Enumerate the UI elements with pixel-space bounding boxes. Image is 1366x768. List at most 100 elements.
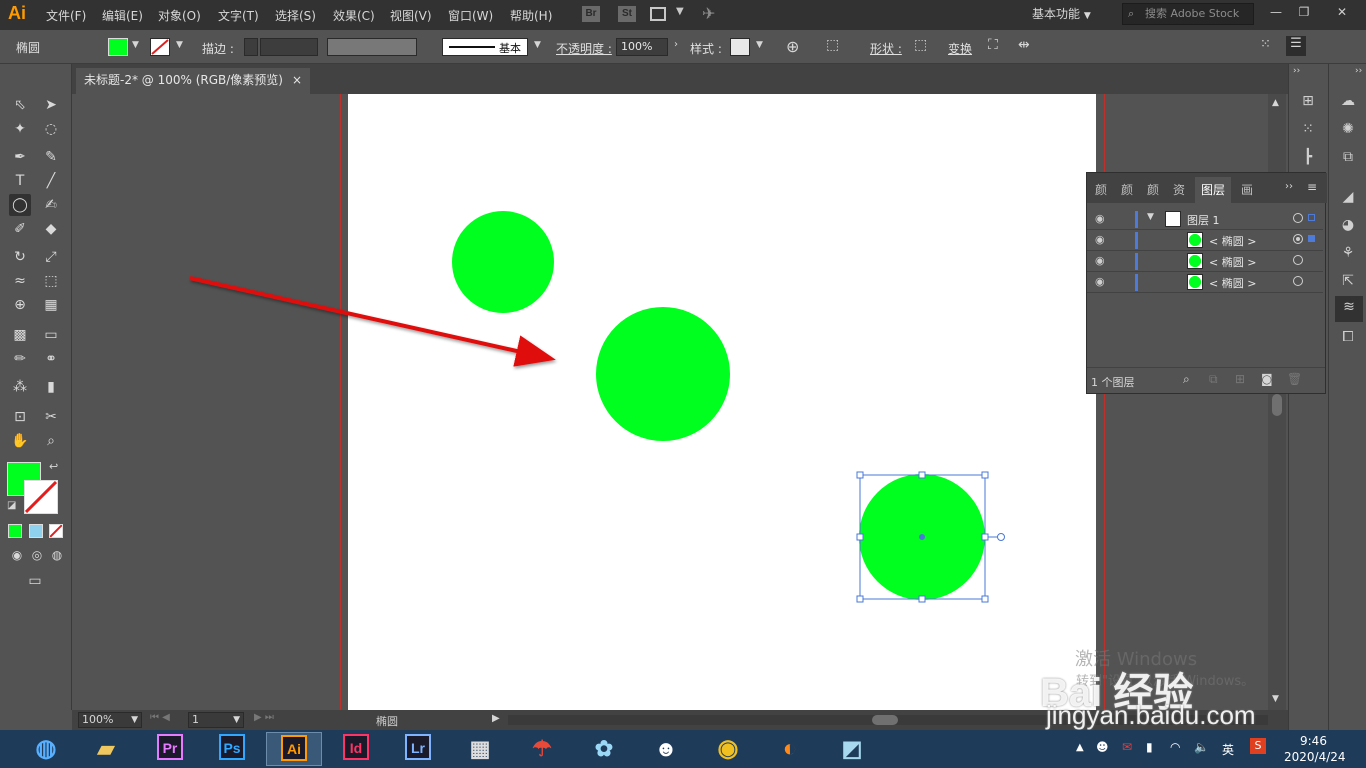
none-mode-button[interactable] bbox=[49, 524, 63, 538]
gradient-tool-icon[interactable]: ▭ bbox=[40, 324, 62, 346]
next-artboard-icon[interactable]: ▶ ⏭ bbox=[254, 712, 274, 723]
layer-row-path[interactable]: ◉ < 椭圆 > bbox=[1087, 230, 1323, 251]
ellipse-tool-icon[interactable]: ◯ bbox=[9, 194, 31, 216]
browser-icon[interactable]: ◐ bbox=[762, 732, 818, 766]
layer-row-top[interactable]: ◉ ▼ 图层 1 bbox=[1087, 209, 1323, 230]
warp-tool-icon[interactable]: ≈ bbox=[9, 270, 31, 292]
menu-select[interactable]: 选择(S) bbox=[275, 7, 316, 24]
shape-label[interactable]: 形状 : bbox=[870, 40, 902, 57]
indesign-icon[interactable]: Id bbox=[328, 732, 384, 766]
wifi-tray-icon[interactable]: ◠ bbox=[1170, 740, 1180, 754]
pen-tool-icon[interactable]: ✒ bbox=[9, 146, 31, 168]
visibility-eye-icon[interactable]: ◉ bbox=[1095, 254, 1105, 267]
stock-button[interactable]: St bbox=[618, 6, 636, 22]
selection-tool-icon[interactable]: ⬁ bbox=[9, 94, 31, 116]
style-dropdown-icon[interactable]: ▼ bbox=[756, 40, 763, 50]
variable-width-profile[interactable] bbox=[327, 38, 417, 56]
asset-export-panel-icon[interactable]: ⧠ bbox=[1337, 326, 1359, 348]
type-tool-icon[interactable]: T bbox=[9, 170, 31, 192]
color-panel-icon[interactable]: ◕ bbox=[1337, 214, 1359, 236]
layer-row-path[interactable]: ◉ < 椭圆 > bbox=[1087, 272, 1323, 293]
free-transform-tool-icon[interactable]: ⬚ bbox=[40, 270, 62, 292]
slice-tool-icon[interactable]: ✂ bbox=[40, 406, 62, 428]
more-tabs-icon[interactable]: ›› bbox=[1285, 181, 1293, 192]
umbrella-app-icon[interactable]: ☂ bbox=[514, 732, 570, 766]
tab-assets[interactable]: 资 bbox=[1173, 181, 1185, 198]
path-target-icon[interactable] bbox=[1293, 255, 1303, 265]
draw-normal-icon[interactable]: ◉ bbox=[6, 544, 28, 566]
menu-file[interactable]: 文件(F) bbox=[46, 7, 86, 24]
artboard[interactable] bbox=[348, 94, 1096, 710]
menu-type[interactable]: 文字(T) bbox=[218, 7, 259, 24]
visibility-eye-icon[interactable]: ◉ bbox=[1095, 275, 1105, 288]
menu-window[interactable]: 窗口(W) bbox=[448, 7, 493, 24]
menu-help[interactable]: 帮助(H) bbox=[510, 7, 552, 24]
layer-name[interactable]: 图层 1 bbox=[1187, 212, 1220, 228]
new-layer-icon[interactable]: ◙ bbox=[1261, 372, 1273, 386]
scroll-up-icon[interactable]: ▲ bbox=[1272, 98, 1279, 108]
path-name[interactable]: < 椭圆 > bbox=[1209, 233, 1256, 249]
eyedropper-tool-icon[interactable]: ✏ bbox=[9, 348, 31, 370]
fill-dropdown-icon[interactable]: ▼ bbox=[132, 40, 139, 50]
path-target-selected-icon[interactable] bbox=[1293, 234, 1303, 244]
isolate-icon[interactable]: ⛶ bbox=[988, 37, 998, 53]
direct-selection-tool-icon[interactable]: ➤ bbox=[40, 94, 62, 116]
battery-tray-icon[interactable]: ▮ bbox=[1146, 740, 1153, 754]
artboards-panel-icon[interactable]: ⧉ bbox=[1337, 146, 1359, 168]
start-button-icon[interactable]: ◍ bbox=[22, 732, 70, 766]
libraries-panel-icon[interactable]: ☁ bbox=[1337, 90, 1359, 112]
bridge-button[interactable]: Br bbox=[582, 6, 600, 22]
collapse-dock-icon[interactable]: ›› bbox=[1293, 66, 1300, 76]
brush-dropdown-icon[interactable]: ▼ bbox=[534, 40, 541, 50]
tab-color[interactable]: 颜 bbox=[1095, 181, 1107, 198]
artboard-number-field[interactable]: 1 ▼ bbox=[188, 712, 244, 728]
graphic-style-swatch[interactable] bbox=[730, 38, 750, 56]
vertical-scroll-thumb[interactable] bbox=[1272, 394, 1282, 416]
color-mode-button[interactable] bbox=[8, 524, 22, 538]
stroke-color-box[interactable] bbox=[24, 480, 58, 514]
symbols-panel-icon[interactable]: ⚘ bbox=[1337, 242, 1359, 264]
workspace-switcher[interactable]: 基本功能 ▼ bbox=[1026, 3, 1108, 25]
path-name[interactable]: < 椭圆 > bbox=[1209, 254, 1256, 270]
tab-color-guide[interactable]: 颜 bbox=[1121, 181, 1133, 198]
notes-app-icon[interactable]: ◩ bbox=[824, 732, 880, 766]
video-editor-icon[interactable]: ▦ bbox=[452, 732, 508, 766]
tab-swatches[interactable]: 颜 bbox=[1147, 181, 1159, 198]
shape-builder-tool-icon[interactable]: ⊕ bbox=[9, 294, 31, 316]
default-colors-icon[interactable]: ◪ bbox=[7, 500, 16, 511]
photoshop-icon[interactable]: Ps bbox=[204, 732, 260, 766]
blend-tool-icon[interactable]: ⚭ bbox=[40, 348, 62, 370]
transform-label[interactable]: 变换 bbox=[948, 40, 972, 57]
qq-icon[interactable]: ☻ bbox=[638, 732, 694, 766]
draw-behind-icon[interactable]: ◎ bbox=[26, 544, 48, 566]
align-panel-icon[interactable]: ⁙ bbox=[1297, 118, 1319, 140]
menu-edit[interactable]: 编辑(E) bbox=[102, 7, 143, 24]
menu-effect[interactable]: 效果(C) bbox=[333, 7, 375, 24]
tab-layers[interactable]: 图层 bbox=[1195, 177, 1232, 203]
visibility-eye-icon[interactable]: ◉ bbox=[1095, 233, 1105, 246]
arrange-documents-icon[interactable] bbox=[650, 7, 666, 21]
align-to-icon[interactable]: ⬚ bbox=[826, 37, 839, 53]
magic-wand-tool-icon[interactable]: ✦ bbox=[9, 118, 31, 140]
stroke-dropdown-icon[interactable]: ▼ bbox=[176, 40, 183, 50]
shaper-tool-icon[interactable]: ✐ bbox=[9, 218, 31, 240]
stroke-weight-stepper[interactable] bbox=[244, 38, 258, 56]
layer-row-path[interactable]: ◉ < 椭圆 > bbox=[1087, 251, 1323, 272]
path-name[interactable]: < 椭圆 > bbox=[1209, 275, 1256, 291]
visibility-eye-icon[interactable]: ◉ bbox=[1095, 212, 1105, 225]
zoom-level-field[interactable]: 100% ▼ bbox=[78, 712, 142, 728]
arrange-icon[interactable]: ⁙ bbox=[1260, 37, 1271, 52]
clipping-mask-icon[interactable]: ⧉ bbox=[1209, 372, 1218, 387]
gpu-performance-icon[interactable]: ✈ bbox=[702, 4, 715, 23]
paintbrush-tool-icon[interactable]: ✍ bbox=[40, 194, 62, 216]
clock-date[interactable]: 2020/4/24 bbox=[1284, 750, 1346, 764]
color-guide-panel-icon[interactable]: ◢ bbox=[1337, 186, 1359, 208]
restore-button[interactable]: ❐ bbox=[1290, 2, 1318, 22]
document-tab[interactable]: 未标题-2* @ 100% (RGB/像素预览) × bbox=[76, 68, 310, 94]
mesh-tool-icon[interactable]: ▩ bbox=[9, 324, 31, 346]
expand-layer-icon[interactable]: ▼ bbox=[1147, 212, 1154, 222]
close-tab-icon[interactable]: × bbox=[292, 68, 302, 92]
tray-expand-icon[interactable]: ▲ bbox=[1076, 742, 1084, 753]
new-sublayer-icon[interactable]: ⊞ bbox=[1235, 372, 1245, 386]
perspective-grid-tool-icon[interactable]: ▦ bbox=[40, 294, 62, 316]
